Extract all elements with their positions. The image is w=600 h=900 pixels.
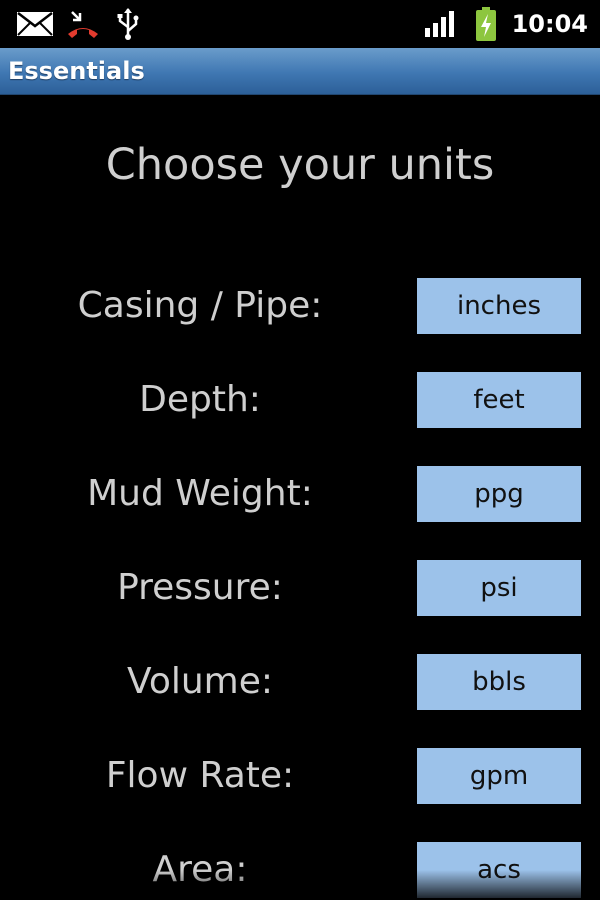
unit-label-casing-pipe: Casing / Pipe: (77, 285, 323, 326)
battery-charging-icon (474, 0, 498, 48)
unit-label-area: Area: (152, 849, 248, 890)
app-title: Essentials (8, 57, 145, 85)
casing-pipe-unit-button[interactable]: inches (417, 278, 581, 334)
unit-row-casing-pipe: Casing / Pipe: inches (0, 278, 600, 334)
depth-unit-button[interactable]: feet (417, 372, 581, 428)
signal-icon (424, 0, 456, 48)
status-bar: 10:04 (0, 0, 600, 48)
unit-row-mud-weight: Mud Weight: ppg (0, 466, 600, 522)
mail-icon (16, 0, 54, 48)
status-time: 10:04 (511, 10, 588, 38)
unit-row-flow-rate: Flow Rate: gpm (0, 748, 600, 804)
page-heading: Choose your units (105, 140, 495, 190)
unit-label-depth: Depth: (139, 379, 261, 420)
usb-icon (116, 0, 140, 48)
pressure-unit-button[interactable]: psi (417, 560, 581, 616)
unit-label-volume: Volume: (126, 661, 274, 702)
mud-weight-unit-button[interactable]: ppg (417, 466, 581, 522)
unit-label-pressure: Pressure: (117, 567, 283, 608)
flow-rate-unit-button[interactable]: gpm (417, 748, 581, 804)
volume-unit-button[interactable]: bbls (417, 654, 581, 710)
unit-row-volume: Volume: bbls (0, 654, 600, 710)
unit-label-mud-weight: Mud Weight: (87, 473, 313, 514)
area-unit-button[interactable]: acs (417, 842, 581, 898)
missed-call-icon (66, 0, 100, 48)
title-bar: Essentials (0, 48, 600, 95)
unit-row-area: Area: acs (0, 842, 600, 898)
unit-row-pressure: Pressure: psi (0, 560, 600, 616)
unit-label-flow-rate: Flow Rate: (105, 755, 295, 796)
unit-row-depth: Depth: feet (0, 372, 600, 428)
